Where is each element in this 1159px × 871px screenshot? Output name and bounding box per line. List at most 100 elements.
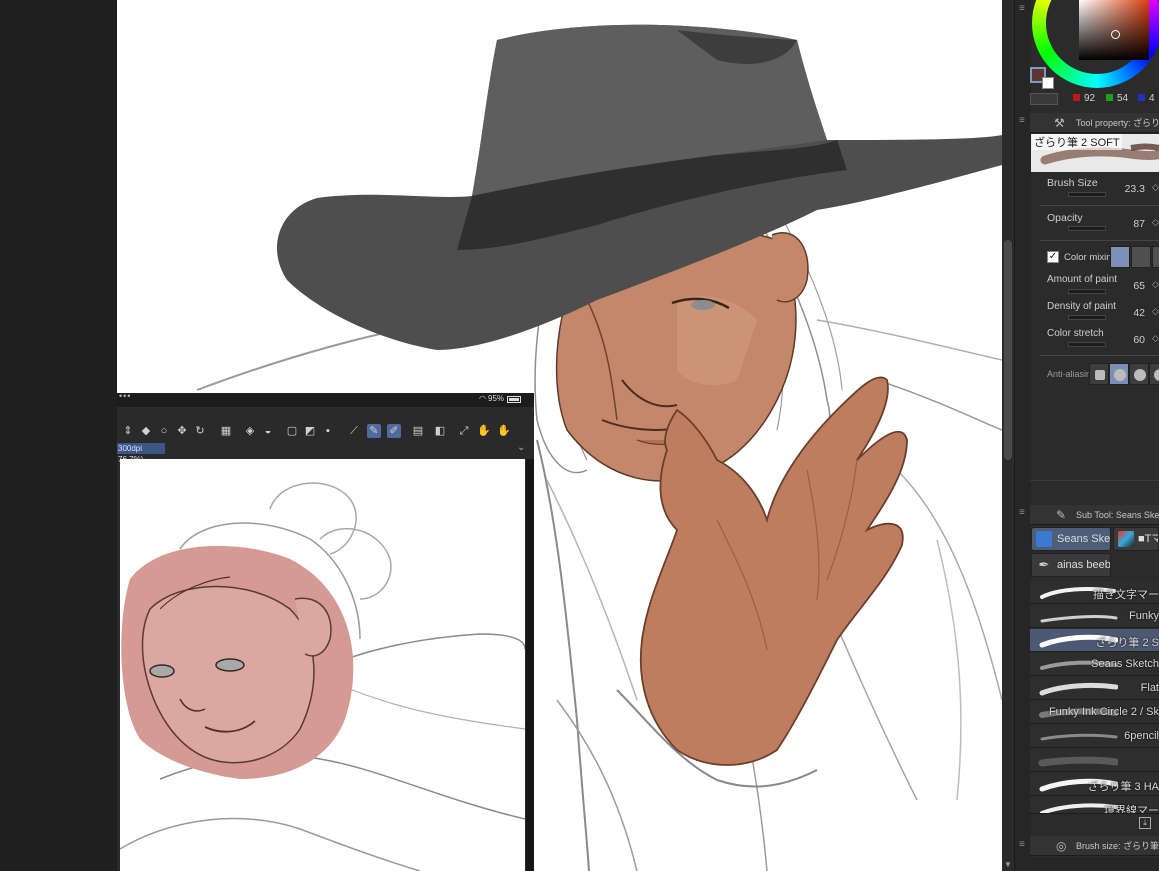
list-item[interactable]: Funky: [1030, 605, 1159, 628]
density-of-paint-slider[interactable]: [1068, 315, 1106, 320]
panel-grip-icon[interactable]: ≡: [1019, 840, 1027, 850]
download-icon[interactable]: ⤓: [1139, 817, 1151, 829]
reference-image-window[interactable]: ••• ◠ 95% ⇕ ◆ ○ ✥ ↻ ▦ ◈ ◒ ▢ ◩ ▪ ⟋ ✎ ✐ ▤ …: [117, 393, 534, 871]
page-icon[interactable]: ▤: [411, 424, 425, 438]
brush-stroke-thumb: [1040, 733, 1118, 741]
mix-mode-blend-button[interactable]: [1110, 246, 1130, 268]
fill-square-icon[interactable]: ▪: [321, 424, 335, 438]
amount-of-paint-value[interactable]: 65: [1133, 280, 1145, 292]
list-item[interactable]: [1030, 749, 1159, 772]
ref-status-dots: •••: [119, 393, 132, 401]
ref-toolbar: ⇕ ◆ ○ ✥ ↻ ▦ ◈ ◒ ▢ ◩ ▪ ⟋ ✎ ✐ ▤ ◧ ⤢ ✋ ✋: [117, 419, 534, 443]
rgb-g-value: 54: [1106, 93, 1128, 104]
brush-size-icon: ◎: [1056, 839, 1067, 853]
sub-tool-title: Sub Tool: Seans Ske: [1076, 510, 1159, 520]
scrollbar-thumb[interactable]: [1004, 240, 1012, 460]
brush-size-panel-body: [1030, 857, 1159, 871]
ref-battery-percent: 95%: [488, 394, 505, 403]
opacity-value[interactable]: 87: [1133, 218, 1145, 230]
subtool-group-seans-sketch[interactable]: Seans Ske: [1031, 527, 1111, 551]
scroll-down-arrow-icon[interactable]: ▼: [1002, 859, 1014, 871]
canvas-vertical-scrollbar[interactable]: ▼: [1002, 0, 1014, 871]
antialias-medium-button[interactable]: [1129, 363, 1149, 385]
list-item[interactable]: Seans Sketch: [1030, 653, 1159, 676]
flip-icon[interactable]: ◧: [433, 424, 447, 438]
ref-status-bar: ••• ◠ 95%: [117, 393, 534, 407]
ref-scrollbar[interactable]: [526, 459, 534, 871]
ref-canvas[interactable]: [120, 459, 525, 871]
subtool-group-tma[interactable]: ■Tマ: [1113, 527, 1159, 551]
select-none-icon[interactable]: ▢: [285, 424, 299, 438]
rgb-b-value: 4: [1138, 93, 1155, 104]
amount-of-paint-slider[interactable]: [1068, 289, 1106, 294]
spin-icon[interactable]: ◇: [1152, 306, 1159, 317]
panel-grip-icon[interactable]: ≡: [1019, 116, 1027, 126]
clip-studio-window: ▼ ••• ◠ 95% ⇕ ◆ ○ ✥ ↻ ▦ ◈ ◒ ▢ ◩ ▪ ⟋ ✎ ✐ …: [0, 0, 1159, 871]
color-mixing-label: Color mixing: [1064, 252, 1117, 263]
hand-icon[interactable]: ✋: [477, 424, 491, 438]
subtool-group-ainas-beeb[interactable]: ✒ ainas beeb: [1031, 553, 1111, 577]
wifi-icon: ◠: [479, 394, 486, 403]
list-item[interactable]: 描き文字マー: [1030, 581, 1159, 604]
panel-grip-icon[interactable]: ≡: [1019, 508, 1027, 518]
ref-artwork: [120, 482, 525, 871]
list-item[interactable]: 6pencil: [1030, 725, 1159, 748]
spin-icon[interactable]: ◇: [1152, 217, 1159, 228]
opacity-slider[interactable]: [1068, 226, 1106, 231]
antialias-strong-button[interactable]: [1149, 363, 1159, 385]
fill-icon[interactable]: ◆: [139, 424, 153, 438]
hand-alt-icon[interactable]: ✋: [497, 424, 511, 438]
spin-icon[interactable]: ◇: [1152, 333, 1159, 344]
pen-icon: ✒: [1038, 557, 1050, 572]
rotate-icon[interactable]: ↻: [193, 424, 207, 438]
chevron-updown-icon[interactable]: ⇕: [121, 424, 135, 438]
list-item[interactable]: Flat: [1030, 677, 1159, 700]
brush-size-panel-title: Brush size: ざらり筆 2: [1076, 841, 1159, 851]
mix-mode-smear-button[interactable]: [1152, 246, 1159, 268]
spin-icon[interactable]: ◇: [1152, 279, 1159, 290]
color-stretch-value[interactable]: 60: [1133, 334, 1145, 346]
density-of-paint-value[interactable]: 42: [1133, 307, 1145, 319]
rgb-r-value: 92: [1073, 93, 1095, 104]
sub-tool-header[interactable]: ✎ Sub Tool: Seans Ske: [1030, 505, 1159, 525]
lasso-icon[interactable]: ○: [157, 424, 171, 438]
prop-label-amount-of-paint: Amount of paint: [1047, 274, 1118, 285]
list-item[interactable]: Funky Ink Circle 2 / Sk: [1030, 701, 1159, 724]
transform-icon[interactable]: ⤢: [457, 424, 471, 438]
ref-zoom-tab[interactable]: 300dpi 76.7%): [117, 443, 165, 464]
spin-icon[interactable]: ◇: [1152, 182, 1159, 193]
divider: [1030, 480, 1159, 481]
list-item[interactable]: ざらり筆 2 S: [1030, 629, 1159, 652]
list-item[interactable]: 境界線マー: [1030, 797, 1159, 813]
brush-icon[interactable]: ✎: [367, 424, 381, 438]
antialias-weak-button[interactable]: [1109, 363, 1129, 385]
left-workspace-margin: [0, 0, 117, 871]
panel-grip-icon[interactable]: ≡: [1019, 4, 1027, 14]
eraser-icon[interactable]: ◈: [243, 424, 257, 438]
chevron-down-icon[interactable]: ⌄: [517, 442, 525, 453]
list-item[interactable]: ざらり筆 3 HA: [1030, 773, 1159, 796]
color-mixing-checkbox[interactable]: ✓: [1047, 251, 1059, 263]
layer-mask-icon[interactable]: ◩: [303, 424, 317, 438]
sub-color-swatch[interactable]: [1042, 77, 1054, 89]
brush-icon: [1036, 531, 1052, 547]
brush-size-panel-header[interactable]: ◎ Brush size: ざらり筆 2: [1030, 836, 1159, 856]
divider: [1040, 205, 1159, 206]
brush-size-value[interactable]: 23.3: [1125, 183, 1145, 195]
color-picker-cursor[interactable]: [1111, 30, 1120, 39]
brush-stroke-thumb: [1038, 756, 1118, 767]
ruler-icon[interactable]: ⟋: [347, 424, 361, 438]
pen-icon[interactable]: ✐: [387, 424, 401, 438]
grid-icon[interactable]: ▦: [219, 424, 233, 438]
tool-property-header[interactable]: ⚒ Tool property: ざらり: [1030, 113, 1159, 133]
divider: [1040, 355, 1159, 356]
color-stretch-slider[interactable]: [1068, 342, 1106, 347]
bucket-icon[interactable]: ◒: [261, 424, 275, 438]
brush-size-slider[interactable]: [1068, 192, 1106, 197]
antialias-none-button[interactable]: [1089, 363, 1109, 385]
brush-name: ざらり筆 2 SOFT: [1032, 134, 1122, 150]
stroke-icon[interactable]: [1030, 93, 1058, 105]
mix-mode-paint-button[interactable]: [1131, 246, 1151, 268]
move-icon[interactable]: ✥: [175, 424, 189, 438]
brush-stroke-thumb: [1039, 682, 1118, 696]
